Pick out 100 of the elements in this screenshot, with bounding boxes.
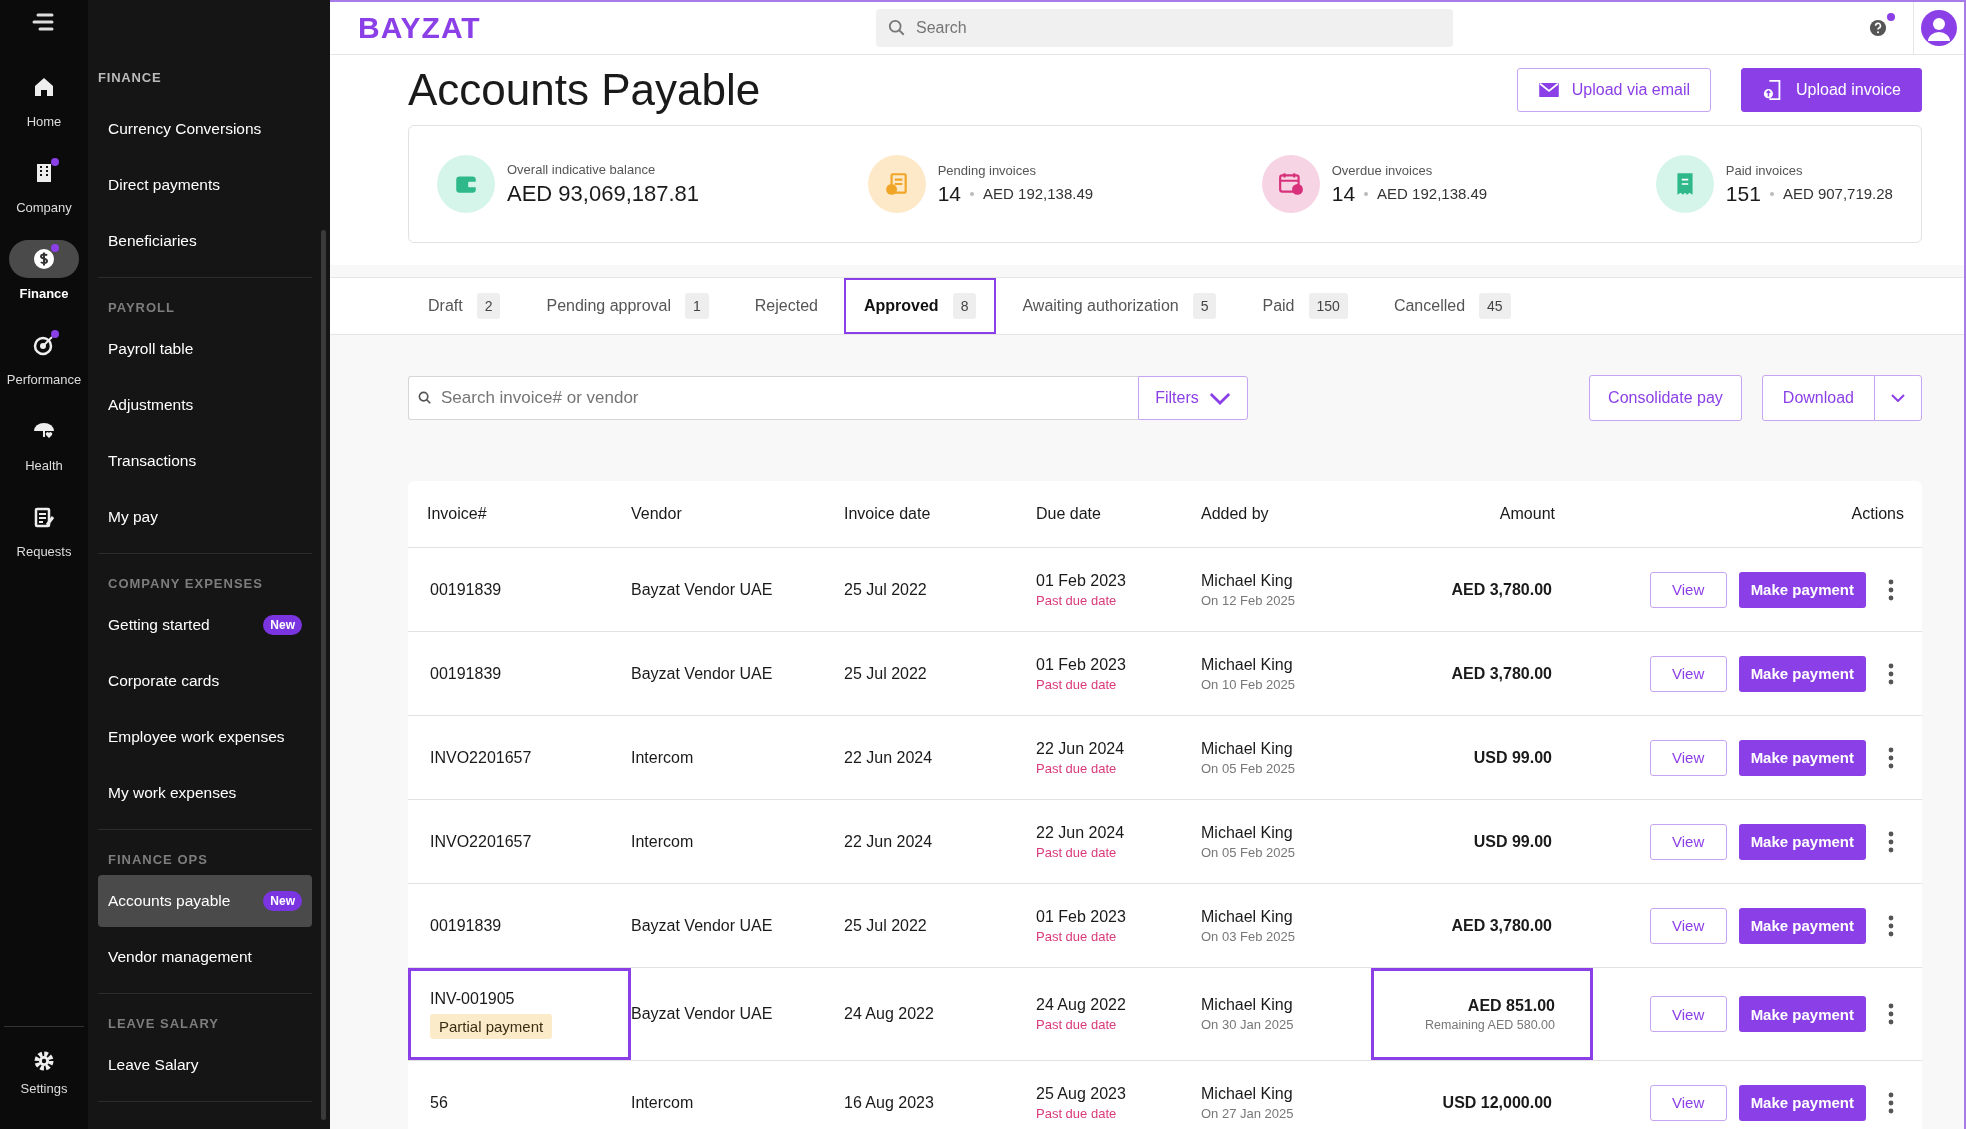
invoice-number: 00191839	[430, 580, 502, 599]
tab-count: 2	[476, 293, 501, 319]
sidebar-item[interactable]: Vendor management	[98, 931, 312, 983]
past-due-label: Past due date	[1036, 1017, 1118, 1032]
chevron-down-icon	[1208, 391, 1231, 405]
logo[interactable]: BAYZAT	[358, 11, 876, 45]
sidebar-item[interactable]: Currency Conversions	[98, 103, 312, 155]
view-button[interactable]: View	[1649, 1084, 1727, 1121]
sidebar-item[interactable]: Employee work expenses	[98, 711, 312, 763]
more-icon[interactable]	[1888, 578, 1894, 601]
section-heading: FINANCE	[98, 69, 163, 87]
rail-item[interactable]: Home	[0, 68, 88, 154]
stat-label: Pending invoices	[937, 162, 1037, 178]
tab-count: 8	[952, 293, 977, 319]
rail-item[interactable]: Company	[0, 154, 88, 240]
rail-item[interactable]: Performance	[0, 326, 88, 412]
column-header: Vendor	[631, 505, 683, 523]
view-button[interactable]: View	[1649, 655, 1727, 692]
invoice-date-cell-text: 22 Jun 2024	[844, 748, 934, 767]
scrollbar[interactable]	[321, 230, 326, 1120]
sidebar-item[interactable]: Accounts payable New	[98, 875, 312, 927]
view-button[interactable]: View	[1649, 571, 1727, 608]
added-by-name: Michael King	[1201, 1084, 1294, 1103]
stat-amount: AED 192,138.49	[1377, 185, 1488, 202]
sidebar-item[interactable]: My work expenses	[98, 767, 312, 819]
more-icon[interactable]	[1888, 662, 1894, 685]
sidebar-item-label: Payroll table	[108, 340, 194, 358]
stat-count: 151	[1725, 181, 1761, 206]
more-icon[interactable]	[1888, 830, 1894, 853]
download-button[interactable]: Download	[1761, 375, 1875, 421]
sidebar-item[interactable]: Transactions	[98, 435, 312, 487]
settings-icon	[32, 1049, 56, 1073]
vendor-cell-text: Intercom	[631, 748, 695, 767]
tab-count: 1	[685, 293, 709, 319]
make-payment-button[interactable]: Make payment	[1738, 996, 1866, 1032]
sidebar-item[interactable]: Beneficiaries	[98, 215, 312, 267]
stat-label: Paid invoices	[1725, 162, 1804, 178]
view-button[interactable]: View	[1649, 996, 1727, 1032]
status-tab[interactable]: Rejected	[734, 278, 838, 334]
added-date: On 10 Feb 2025	[1201, 676, 1296, 692]
sidebar-item[interactable]: Payroll table	[98, 323, 312, 375]
sidebar-item[interactable]: My pay	[98, 491, 312, 543]
amount-cell: USD 12,000.00	[1442, 1093, 1552, 1112]
menu-icon[interactable]	[32, 12, 56, 32]
avatar-icon[interactable]	[1921, 10, 1957, 46]
make-payment-button[interactable]: Make payment	[1738, 907, 1866, 944]
sidebar-item[interactable]: Leave Salary	[98, 1039, 312, 1091]
added-date: On 03 Feb 2025	[1201, 928, 1296, 944]
more-icon[interactable]	[1888, 746, 1894, 769]
status-tab[interactable]: Pending approval 1	[526, 278, 729, 334]
chevron-down-icon	[1891, 394, 1905, 402]
more-icon[interactable]	[1888, 1003, 1894, 1025]
rail-item[interactable]: Settings	[4, 1026, 84, 1129]
column-header: Due date	[1036, 505, 1102, 523]
added-date: On 05 Feb 2025	[1201, 760, 1296, 776]
sidebar-item-label: Direct payments	[108, 176, 220, 194]
added-date: On 05 Feb 2025	[1201, 844, 1296, 860]
due-date-cell-text: 22 Jun 2024	[1036, 739, 1126, 758]
make-payment-button[interactable]: Make payment	[1738, 739, 1866, 776]
rail-item[interactable]: Finance	[0, 240, 88, 326]
status-tab[interactable]: Draft 2	[408, 278, 521, 334]
upload-email-button[interactable]: Upload via email	[1516, 68, 1712, 112]
consolidate-pay-button[interactable]: Consolidate pay	[1589, 375, 1742, 421]
rail-item[interactable]: Health	[0, 412, 88, 498]
make-payment-button[interactable]: Make payment	[1738, 655, 1866, 692]
sidebar-item-label: My work expenses	[108, 784, 237, 802]
due-date-cell-text: 01 Feb 2023	[1036, 655, 1127, 674]
invoice-number: 00191839	[430, 664, 502, 683]
sidebar-item[interactable]: Corporate cards	[98, 655, 312, 707]
sidebar-item[interactable]: Direct payments	[98, 159, 312, 211]
invoice-date-cell-text: 25 Jul 2022	[844, 664, 928, 683]
view-button[interactable]: View	[1649, 739, 1727, 776]
sidebar-item[interactable]: Getting started New	[98, 599, 312, 651]
sidebar-item[interactable]: Adjustments	[98, 379, 312, 431]
status-tab[interactable]: Awaiting authorization 5	[1002, 278, 1237, 334]
make-payment-button[interactable]: Make payment	[1738, 823, 1866, 860]
past-due-label: Past due date	[1036, 760, 1118, 776]
stat-label: Overall indicative balance	[507, 161, 657, 177]
more-icon[interactable]	[1888, 914, 1894, 937]
amount-cell: AED 3,780.00	[1451, 916, 1552, 935]
view-button[interactable]: View	[1649, 907, 1727, 944]
search-field[interactable]: Search	[876, 9, 1453, 47]
invoice-search-field[interactable]: Search invoice# or vendor	[408, 376, 1138, 420]
status-tab[interactable]: Cancelled 45	[1373, 278, 1531, 334]
make-payment-button[interactable]: Make payment	[1738, 571, 1866, 608]
stat-label: Overdue invoices	[1331, 162, 1434, 178]
make-payment-button[interactable]: Make payment	[1738, 1084, 1866, 1121]
more-icon[interactable]	[1888, 1091, 1894, 1114]
rail-item[interactable]: Requests	[0, 498, 88, 584]
status-tab[interactable]: Approved 8	[843, 278, 997, 334]
invoice-number: INVO2201657	[430, 832, 532, 851]
added-by-name: Michael King	[1201, 996, 1294, 1014]
upload-invoice-button[interactable]: Upload invoice	[1741, 68, 1922, 112]
filters-button[interactable]: Filters	[1138, 376, 1248, 420]
amount-cell: AED 3,780.00	[1451, 580, 1552, 599]
status-tab[interactable]: Paid 150	[1242, 278, 1368, 334]
vendor-cell-text: Bayzat Vendor UAE	[631, 580, 774, 599]
help-icon[interactable]	[1869, 19, 1887, 37]
view-button[interactable]: View	[1649, 823, 1727, 860]
amount-cell: USD 99.00	[1473, 832, 1552, 851]
